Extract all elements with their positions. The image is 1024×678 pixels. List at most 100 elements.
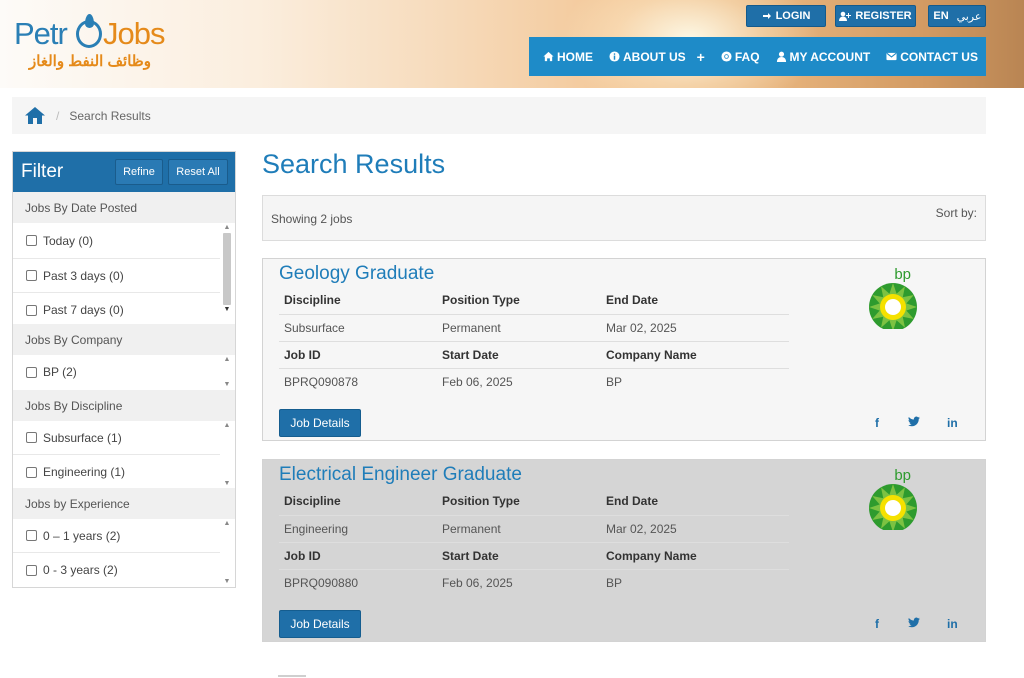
label-end-date: End Date [601,287,789,315]
label-company-name: Company Name [601,341,789,369]
scroll-down-icon[interactable]: ▼ [221,577,233,587]
scrollbar[interactable]: ▲ ▼ [221,421,233,489]
breadcrumb-current: Search Results [69,108,151,123]
home-icon[interactable] [24,106,46,125]
linkedin-icon[interactable]: in [947,617,958,631]
scroll-thumb[interactable] [223,233,231,305]
table-row: Job ID Start Date Company Name [279,341,789,369]
filter-option-label: Today (0) [43,233,94,248]
user-icon [776,51,786,62]
refine-button[interactable]: Refine [115,159,163,185]
filter-option-label: Engineering (1) [43,465,126,479]
value-job-id: BPRQ090880 [284,575,359,590]
linkedin-icon[interactable]: in [947,416,958,430]
site-logo[interactable]: Petr Jobs وظائف النفط والغاز [14,12,165,74]
results-summary-bar: Showing 2 jobs Sort by: [262,195,986,241]
filter-option[interactable]: Today (0) [13,223,220,259]
filter-group-title: Jobs By Discipline [13,390,235,421]
filter-group-experience: Jobs by Experience 0 – 1 years (2) 0 - 3… [13,488,235,587]
site-header: Petr Jobs وظائف النفط والغاز LOGIN REGIS… [0,0,1024,88]
scrollbar[interactable]: ▲ ▼ [221,519,233,587]
scroll-up-icon[interactable]: ▲ [221,519,233,529]
lang-en[interactable]: EN [929,10,953,22]
job-details-button[interactable]: Job Details [279,610,361,638]
sort-by-label[interactable]: Sort by: [936,206,977,220]
facebook-icon[interactable]: f [875,416,879,430]
checkbox[interactable] [26,235,37,246]
scrollbar[interactable]: ▲ ▼ [221,355,233,390]
label-start-date: Start Date [437,542,601,570]
logo-text-petro: Petr [14,16,68,51]
lang-ar[interactable]: عربي [953,10,985,23]
checkbox[interactable] [26,564,37,576]
logo-arabic-text: وظائف النفط والغاز [29,53,151,70]
checkbox[interactable] [26,530,37,541]
value-job-id: BPRQ090878 [284,374,359,389]
nav-contact-label: CONTACT US [900,49,978,64]
twitter-icon[interactable] [908,617,920,631]
language-switcher: EN عربي [928,5,986,27]
value-discipline: Subsurface [279,314,437,342]
filter-group-title: Jobs By Date Posted [13,192,235,223]
twitter-icon[interactable] [908,416,920,430]
filter-group-body: 0 – 1 years (2) 0 - 3 years (2) ▲ ▼ [13,519,235,587]
checkbox[interactable] [26,466,37,478]
table-row: Engineering Permanent Mar 02, 2025 [279,515,789,543]
checkbox[interactable] [26,366,37,378]
value-end-date: Mar 02, 2025 [601,314,789,342]
job-details-button[interactable]: Job Details [279,409,361,437]
filter-group-title: Jobs by Experience [13,488,235,519]
add-user-icon [839,11,852,21]
nav-my-account-label: MY ACCOUNT [789,49,871,64]
logo-text-jobs: Jobs [103,16,165,51]
scroll-up-icon[interactable]: ▲ [221,223,233,233]
job-card: Electrical Engineer Graduate Discipline … [262,459,986,642]
register-label: REGISTER [855,10,912,22]
login-label: LOGIN [775,10,811,22]
register-button[interactable]: REGISTER [835,5,916,27]
breadcrumb-separator: / [56,108,60,123]
filter-group-date-posted: Jobs By Date Posted Today (0) Past 3 day… [13,192,235,324]
checkbox[interactable] [26,270,37,281]
label-position-type: Position Type [437,488,601,516]
filter-option[interactable]: BP (2) [13,355,220,389]
scrollbar[interactable]: ▲ ▼ [221,223,233,324]
filter-option[interactable]: 0 - 3 years (2) [13,553,220,587]
job-info-table: Discipline Position Type End Date Engine… [279,488,789,596]
nav-about[interactable]: ABOUT US + [609,49,705,65]
filter-option[interactable]: Past 3 days (0) [13,259,220,293]
scroll-up-icon[interactable]: ▲ [221,421,233,431]
home-icon [543,51,554,62]
filter-group-company: Jobs By Company BP (2) ▲ ▼ [13,324,235,390]
filter-option[interactable]: Engineering (1) [13,455,220,489]
bp-logo: bp [869,467,917,530]
value-start-date: Feb 06, 2025 [442,374,513,389]
svg-text:bp: bp [894,467,911,484]
filter-option-label: Past 3 days (0) [43,268,124,283]
scroll-down-icon[interactable]: ▼ [221,380,233,390]
nav-home[interactable]: HOME [543,50,593,64]
facebook-icon[interactable]: f [875,617,879,631]
value-position-type: Permanent [437,515,601,543]
label-job-id: Job ID [279,542,437,570]
nav-my-account[interactable]: MY ACCOUNT [776,49,871,64]
nav-faq[interactable]: FAQ [721,50,760,64]
job-title[interactable]: Electrical Engineer Graduate [279,464,522,486]
checkbox[interactable] [26,432,37,443]
scroll-up-icon[interactable]: ▲ [221,355,233,365]
label-discipline: Discipline [279,287,437,315]
nav-about-expand-icon[interactable]: + [697,49,705,65]
filter-group-body: Today (0) Past 3 days (0) Past 7 days (0… [13,223,235,324]
results-count: Showing 2 jobs [271,212,353,226]
reset-all-button[interactable]: Reset All [168,159,228,185]
filter-option[interactable]: Past 7 days (0) [13,293,220,324]
login-button[interactable]: LOGIN [746,5,826,27]
checkbox[interactable] [26,304,37,316]
scroll-down-icon[interactable]: ▼ [221,305,233,315]
job-title[interactable]: Geology Graduate [279,263,434,285]
nav-contact[interactable]: CONTACT US [886,50,978,64]
filter-option[interactable]: 0 – 1 years (2) [13,519,220,553]
filter-option[interactable]: Subsurface (1) [13,421,220,455]
table-row: Discipline Position Type End Date [279,287,789,315]
value-start-date: Feb 06, 2025 [442,575,513,590]
